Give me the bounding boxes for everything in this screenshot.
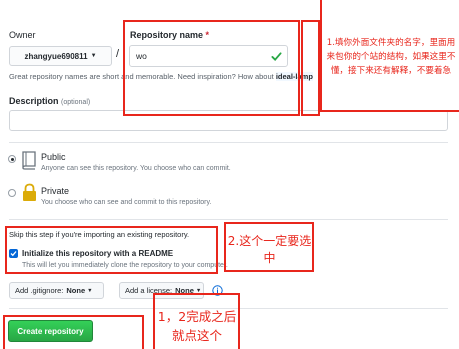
private-title: Private [41, 186, 70, 196]
divider [9, 142, 448, 143]
annotation-box-narrow [301, 20, 320, 116]
annotation-box-repo-name [123, 20, 300, 116]
annotation-text-1: 1.填你外面文件夹的名字，里面用来包你的个站的结构，如果这里不懂，接下来还有解释… [326, 38, 456, 76]
private-desc: You choose who can see and commit to thi… [41, 199, 212, 206]
owner-select[interactable]: zhangyue690811 ▼ [9, 46, 112, 66]
annotation-text-2: 2.这个一定要选中 [227, 234, 312, 265]
owner-value: zhangyue690811 [24, 51, 88, 61]
repo-book-icon [22, 151, 36, 170]
chevron-down-icon: ▼ [90, 53, 97, 59]
annotation-box-readme [5, 226, 218, 274]
description-label-text: Description [9, 96, 59, 106]
private-radio[interactable] [8, 189, 16, 197]
owner-separator: / [116, 48, 120, 60]
chevron-down-icon: ▼ [87, 287, 93, 294]
gitignore-label: Add .gitignore: [15, 286, 64, 295]
public-title: Public [41, 152, 66, 162]
description-label: Description (optional) [9, 96, 90, 106]
owner-label: Owner [9, 30, 36, 40]
gitignore-value: None [66, 286, 86, 295]
annotation-text-3: 1，2完成之后就点这个 [157, 309, 237, 343]
public-desc: Anyone can see this repository. You choo… [41, 165, 231, 172]
public-radio[interactable] [8, 155, 16, 163]
gitignore-select[interactable]: Add .gitignore: None ▼ [9, 282, 104, 299]
divider [9, 219, 448, 220]
description-optional: (optional) [61, 99, 91, 106]
annotation-box-create [3, 315, 144, 349]
lock-icon [23, 183, 36, 201]
